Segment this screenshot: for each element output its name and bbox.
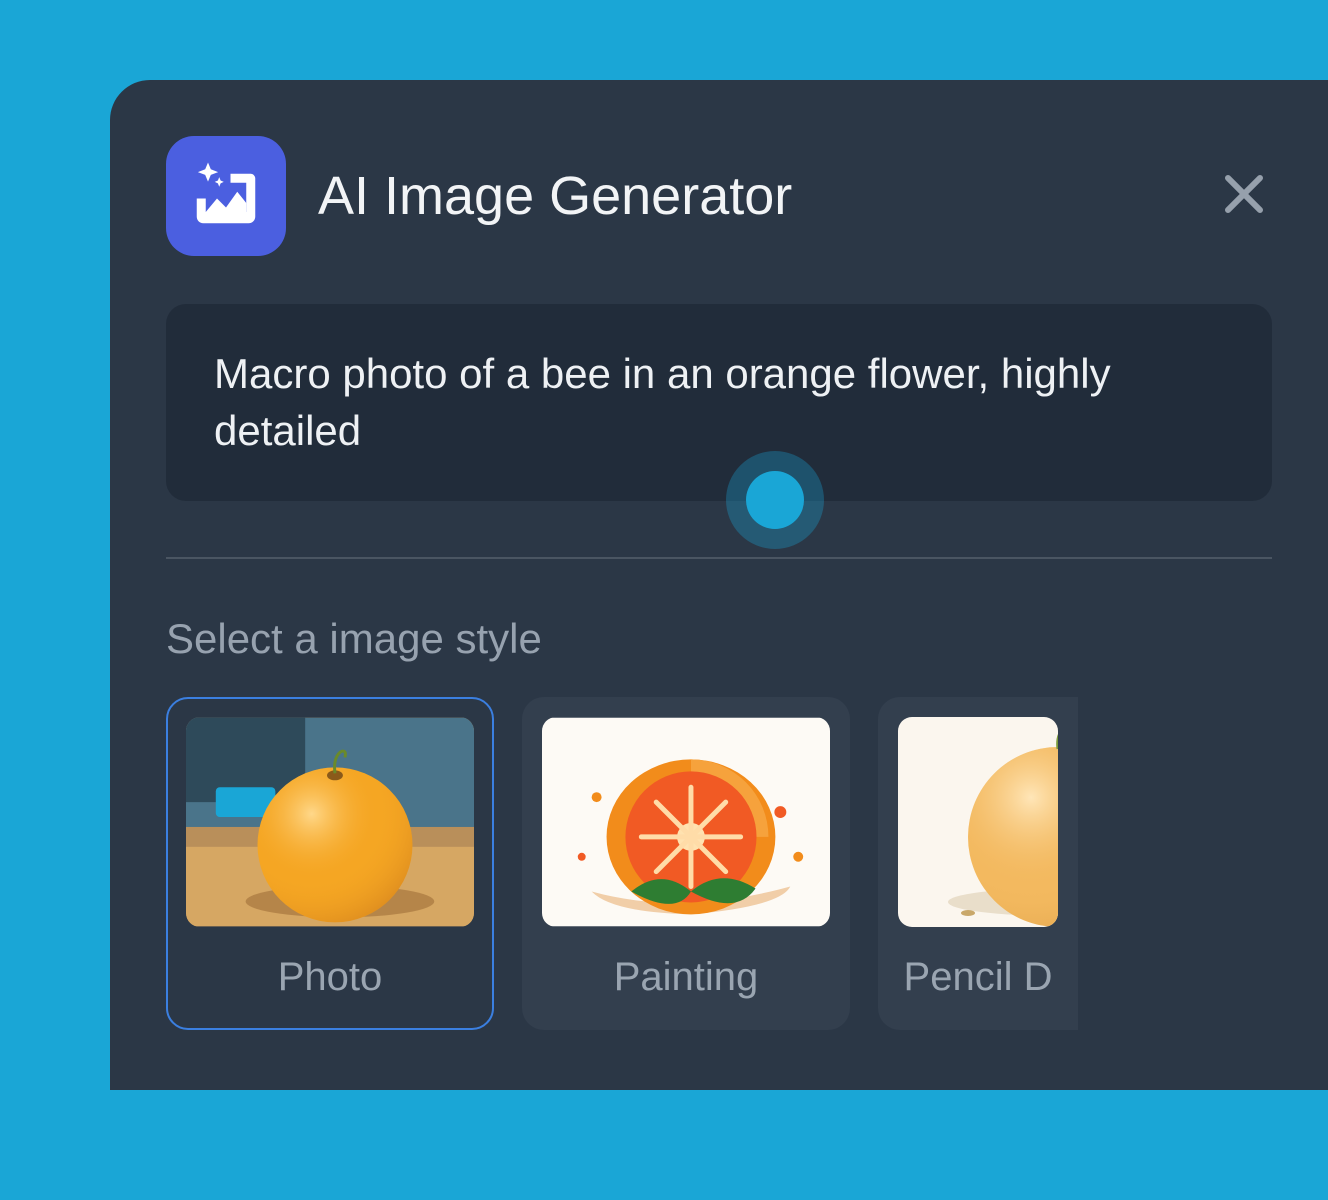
style-thumb-photo <box>186 717 474 927</box>
close-icon <box>1220 170 1268 223</box>
panel-title: AI Image Generator <box>318 165 1184 227</box>
panel-header: AI Image Generator <box>166 136 1328 256</box>
style-section-label: Select a image style <box>166 615 1328 663</box>
pointer-cursor-icon <box>726 451 824 549</box>
style-thumb-pencil <box>898 717 1058 927</box>
app-logo <box>166 136 286 256</box>
style-thumb-painting <box>542 717 830 927</box>
style-option-label: Photo <box>186 955 474 1000</box>
style-option-painting[interactable]: Painting <box>522 697 850 1030</box>
style-option-label: Painting <box>542 955 830 1000</box>
style-option-photo[interactable]: Photo <box>166 697 494 1030</box>
style-options-row: Photo <box>166 697 1328 1030</box>
prompt-input[interactable]: Macro photo of a bee in an orange flower… <box>166 304 1272 501</box>
prompt-text: Macro photo of a bee in an orange flower… <box>214 346 1224 459</box>
divider <box>166 557 1272 559</box>
sparkle-image-icon <box>190 158 262 235</box>
ai-image-generator-panel: AI Image Generator Macro photo of a bee … <box>110 80 1328 1090</box>
style-option-label: Pencil D <box>898 955 1058 1000</box>
close-button[interactable] <box>1216 168 1272 224</box>
style-option-pencil[interactable]: Pencil D <box>878 697 1078 1030</box>
